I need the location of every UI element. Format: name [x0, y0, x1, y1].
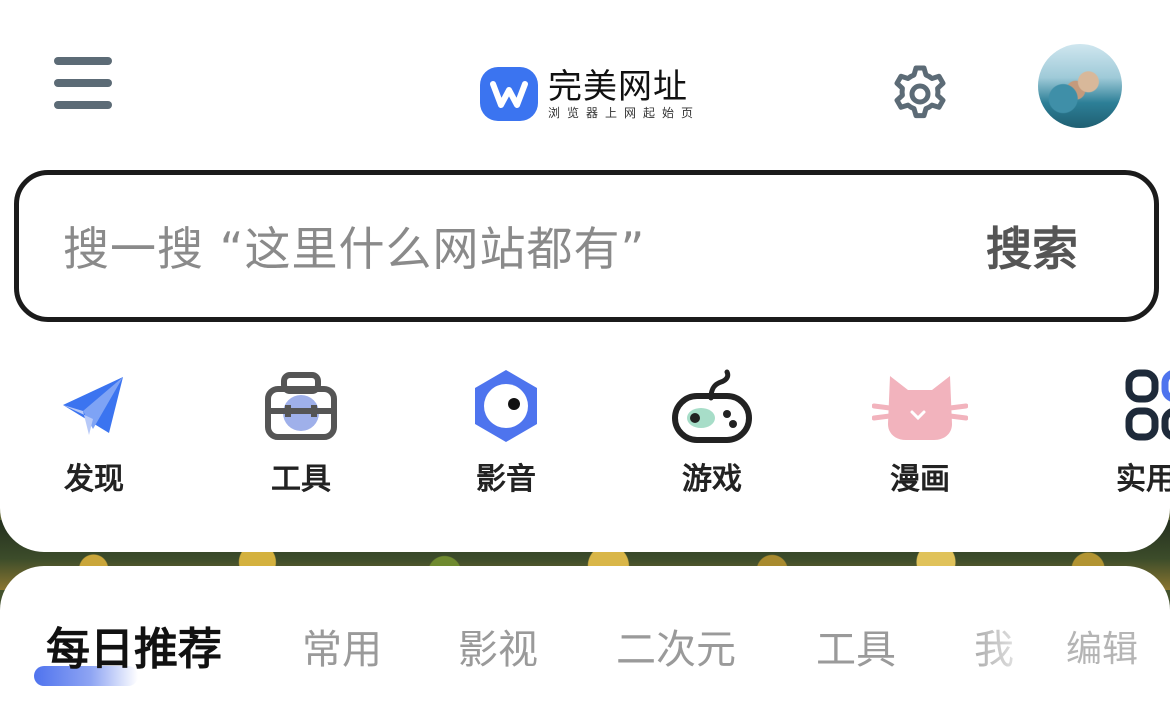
gear-icon[interactable]: [890, 64, 950, 124]
app-logo: 完美网址 浏览器上网起始页: [480, 66, 700, 122]
category-label: 漫画: [890, 462, 950, 497]
paper-plane-icon: [44, 368, 144, 444]
category-discover[interactable]: 发现: [24, 368, 164, 508]
category-label: 影音: [476, 462, 536, 497]
category-label: 游戏: [682, 462, 742, 497]
tab-common[interactable]: 常用: [302, 622, 382, 678]
tab-tools[interactable]: 工具: [816, 622, 896, 678]
category-label: 发现: [64, 462, 124, 497]
cat-icon: [870, 368, 970, 444]
category-tools[interactable]: 工具: [231, 368, 371, 508]
apps-grid-icon: [1096, 368, 1170, 444]
tab-daily-recommend[interactable]: 每日推荐: [46, 622, 222, 678]
category-media[interactable]: 影音: [436, 368, 576, 508]
edit-tabs-button[interactable]: 编辑: [1066, 622, 1138, 678]
search-button[interactable]: 搜索: [986, 221, 1078, 277]
category-comics[interactable]: 漫画: [850, 368, 990, 508]
category-games[interactable]: 游戏: [642, 368, 782, 508]
gamepad-icon: [662, 368, 762, 444]
logo-title: 完美网址: [548, 67, 688, 107]
top-panel: 完美网址 浏览器上网起始页 搜一搜 “这里什么网站都有” 搜索 发现 工具 影音…: [0, 0, 1170, 552]
tab-anime[interactable]: 二次元: [616, 622, 736, 678]
toolbox-icon: [251, 368, 351, 444]
w-logo-icon: [480, 67, 538, 121]
menu-icon[interactable]: [54, 57, 112, 109]
category-practical[interactable]: 实用: [1076, 368, 1170, 508]
category-label: 工具: [271, 462, 331, 497]
search-placeholder: 搜一搜 “这里什么网站都有”: [63, 222, 646, 276]
user-avatar[interactable]: [1038, 44, 1122, 128]
logo-subtitle: 浏览器上网起始页: [548, 106, 701, 120]
tab-fade-overlay: [960, 610, 1060, 690]
search-input[interactable]: 搜一搜 “这里什么网站都有” 搜索: [14, 170, 1159, 322]
tab-film[interactable]: 影视: [458, 622, 538, 678]
media-eye-icon: [456, 368, 556, 444]
category-label: 实用: [1116, 462, 1170, 497]
